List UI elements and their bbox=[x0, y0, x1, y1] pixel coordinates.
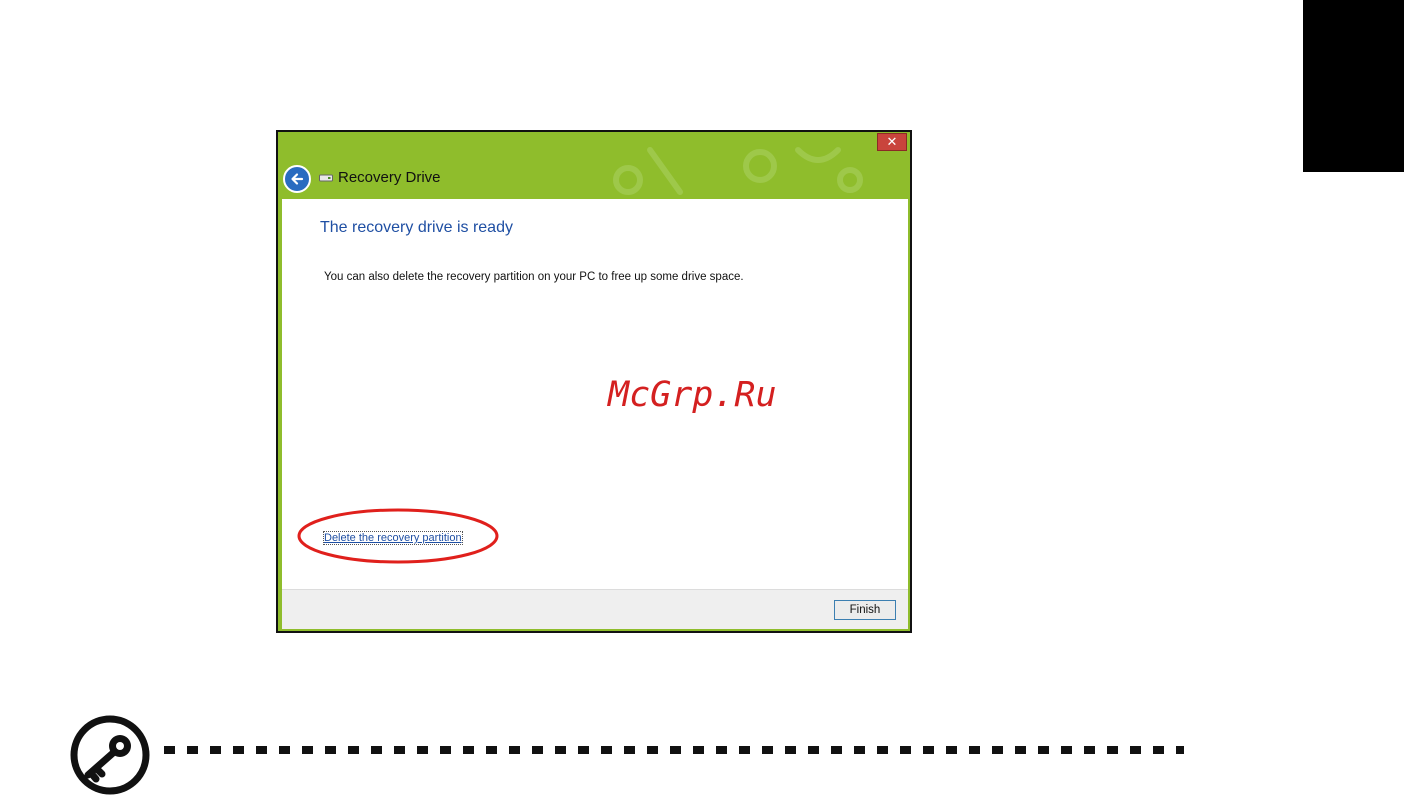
window-decoration bbox=[613, 147, 863, 195]
page-heading: The recovery drive is ready bbox=[320, 219, 513, 236]
dashed-separator bbox=[164, 746, 1184, 754]
recovery-drive-window: ✕ Recovery Drive The recovery drive is r… bbox=[276, 130, 912, 633]
back-button[interactable] bbox=[283, 165, 311, 193]
drive-icon bbox=[319, 174, 333, 182]
window-title: Recovery Drive bbox=[338, 169, 441, 186]
content-panel: The recovery drive is ready You can also… bbox=[282, 199, 908, 589]
key-note-icon bbox=[70, 715, 150, 795]
page-corner-tab bbox=[1303, 0, 1404, 172]
info-message: You can also delete the recovery partiti… bbox=[324, 271, 744, 283]
delete-partition-link[interactable]: Delete the recovery partition bbox=[323, 531, 463, 545]
close-button[interactable]: ✕ bbox=[877, 133, 907, 151]
footer-bar: Finish bbox=[282, 589, 908, 629]
close-icon: ✕ bbox=[886, 134, 898, 150]
watermark-text: McGrp.Ru bbox=[608, 375, 777, 415]
finish-button[interactable]: Finish bbox=[834, 600, 896, 620]
back-arrow-icon bbox=[291, 173, 304, 185]
